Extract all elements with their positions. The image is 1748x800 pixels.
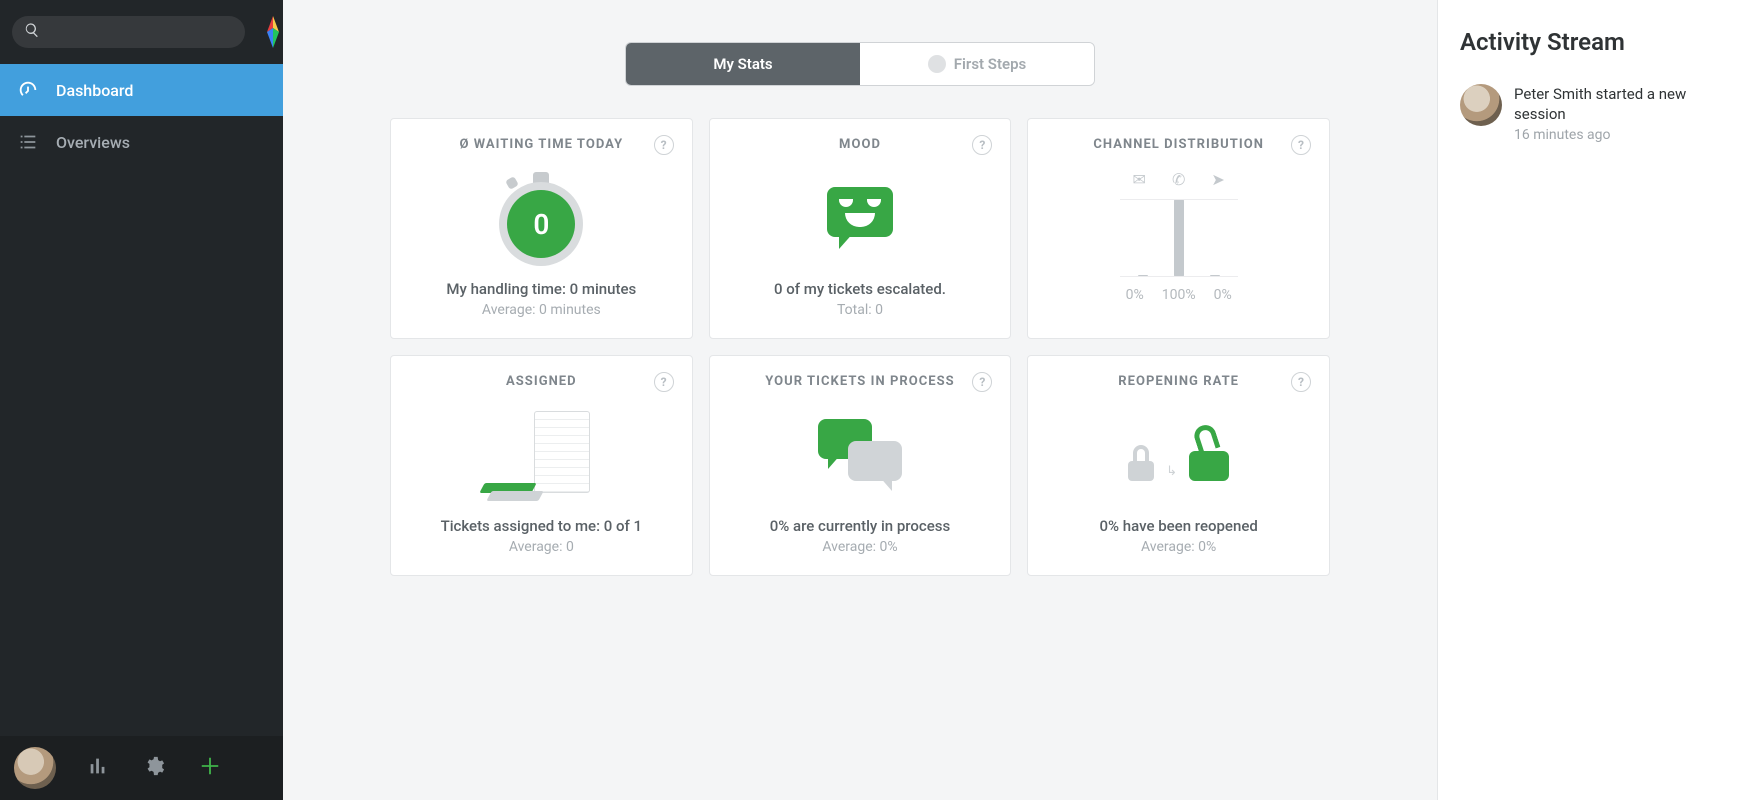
tabs: My Stats First Steps: [625, 42, 1095, 86]
card-line2: Average: 0%: [822, 539, 897, 555]
bar-chart-icon: [87, 755, 109, 781]
plus-icon: [199, 755, 221, 781]
center-pane: My Stats First Steps Ø Waiting time toda…: [283, 0, 1438, 800]
activity-item[interactable]: Peter Smith started a new session 16 min…: [1460, 84, 1726, 143]
help-button[interactable]: ?: [1291, 372, 1311, 392]
settings-button[interactable]: [140, 754, 168, 782]
stats-button[interactable]: [84, 754, 112, 782]
activity-time: 16 minutes ago: [1514, 127, 1726, 143]
help-button[interactable]: ?: [654, 372, 674, 392]
sidebar-item-label: Overviews: [56, 133, 130, 152]
stopwatch-icon: 0: [499, 170, 583, 266]
card-reopening: Reopening rate ? ↳ 0% have been reopened…: [1027, 355, 1330, 576]
bird-icon: ➤: [1211, 170, 1224, 189]
card-title: Assigned: [506, 374, 577, 389]
activity-avatar: [1460, 84, 1502, 126]
mail-icon: ✉: [1133, 170, 1146, 189]
legend-value: 100%: [1162, 287, 1196, 303]
card-title: Reopening rate: [1118, 374, 1239, 389]
search-icon: [24, 22, 40, 42]
tab-label: First Steps: [954, 55, 1026, 73]
sidebar-item-label: Dashboard: [56, 81, 133, 100]
mood-icon: [827, 170, 893, 266]
legend-value: 0%: [1126, 287, 1144, 303]
tab-first-steps[interactable]: First Steps: [860, 43, 1094, 85]
cards-grid: Ø Waiting time today ? 0 My handling tim…: [390, 118, 1330, 576]
stopwatch-value: 0: [507, 190, 575, 258]
activity-heading: Activity Stream: [1460, 28, 1726, 56]
legend-value: 0%: [1214, 287, 1232, 303]
tab-label: My Stats: [713, 55, 772, 73]
card-waiting-time: Ø Waiting time today ? 0 My handling tim…: [390, 118, 693, 339]
sidebar-bottom: [0, 736, 283, 800]
card-line1: 0% have been reopened: [1100, 517, 1258, 535]
current-user-avatar[interactable]: [14, 747, 56, 789]
sidebar: Dashboard Overviews: [0, 0, 283, 800]
card-line1: My handling time: 0 minutes: [446, 280, 636, 298]
help-button[interactable]: ?: [1291, 135, 1311, 155]
sidebar-top: [0, 0, 283, 64]
channel-bars: [1138, 199, 1220, 277]
phone-icon: ✆: [1172, 170, 1185, 189]
bar-phone: [1174, 199, 1184, 277]
card-channel-distribution: Channel Distribution ? ✉ ✆ ➤: [1027, 118, 1330, 339]
card-line2: Average: 0 minutes: [482, 302, 601, 318]
card-in-process: Your tickets in process ? 0% are current…: [709, 355, 1012, 576]
sidebar-item-overviews[interactable]: Overviews: [0, 116, 283, 168]
card-line1: 0% are currently in process: [770, 517, 950, 535]
main: My Stats First Steps Ø Waiting time toda…: [283, 0, 1748, 800]
bar-email: [1138, 275, 1148, 277]
arrow-icon: ↳: [1166, 464, 1177, 479]
help-button[interactable]: ?: [972, 135, 992, 155]
search-wrap[interactable]: [12, 16, 245, 48]
bar-twitter: [1210, 275, 1220, 277]
activity-stream-panel: Activity Stream Peter Smith started a ne…: [1438, 0, 1748, 800]
card-line2: Total: 0: [837, 302, 883, 318]
channel-legend: 0% 100% 0%: [1126, 287, 1232, 303]
app-logo[interactable]: [255, 12, 291, 52]
card-title: Channel Distribution: [1093, 137, 1264, 152]
channel-icons: ✉ ✆ ➤: [1133, 170, 1225, 189]
card-line1: 0 of my tickets escalated.: [774, 280, 946, 298]
tab-my-stats[interactable]: My Stats: [626, 43, 860, 85]
help-button[interactable]: ?: [654, 135, 674, 155]
new-button[interactable]: [196, 754, 224, 782]
chat-bubbles-icon: [818, 407, 902, 503]
card-title: Your tickets in process: [765, 374, 955, 389]
gauge-icon: [16, 78, 40, 102]
card-line2: Average: 0%: [1141, 539, 1216, 555]
paper-stack-icon: [486, 407, 596, 503]
card-assigned: Assigned ? Tickets assigned to me: 0 of …: [390, 355, 693, 576]
card-mood: Mood ? 0 of my tickets escalated. Total:…: [709, 118, 1012, 339]
list-icon: [16, 130, 40, 154]
card-title: Ø Waiting time today: [459, 137, 623, 152]
help-button[interactable]: ?: [972, 372, 992, 392]
card-line2: Average: 0: [509, 539, 574, 555]
dot-icon: [928, 55, 946, 73]
card-line1: Tickets assigned to me: 0 of 1: [441, 517, 643, 535]
activity-text: Peter Smith started a new session: [1514, 84, 1726, 125]
sidebar-item-dashboard[interactable]: Dashboard: [0, 64, 283, 116]
gear-icon: [143, 755, 165, 781]
lock-icon: ↳: [1128, 407, 1229, 503]
card-title: Mood: [839, 137, 881, 152]
search-input[interactable]: [48, 23, 233, 41]
